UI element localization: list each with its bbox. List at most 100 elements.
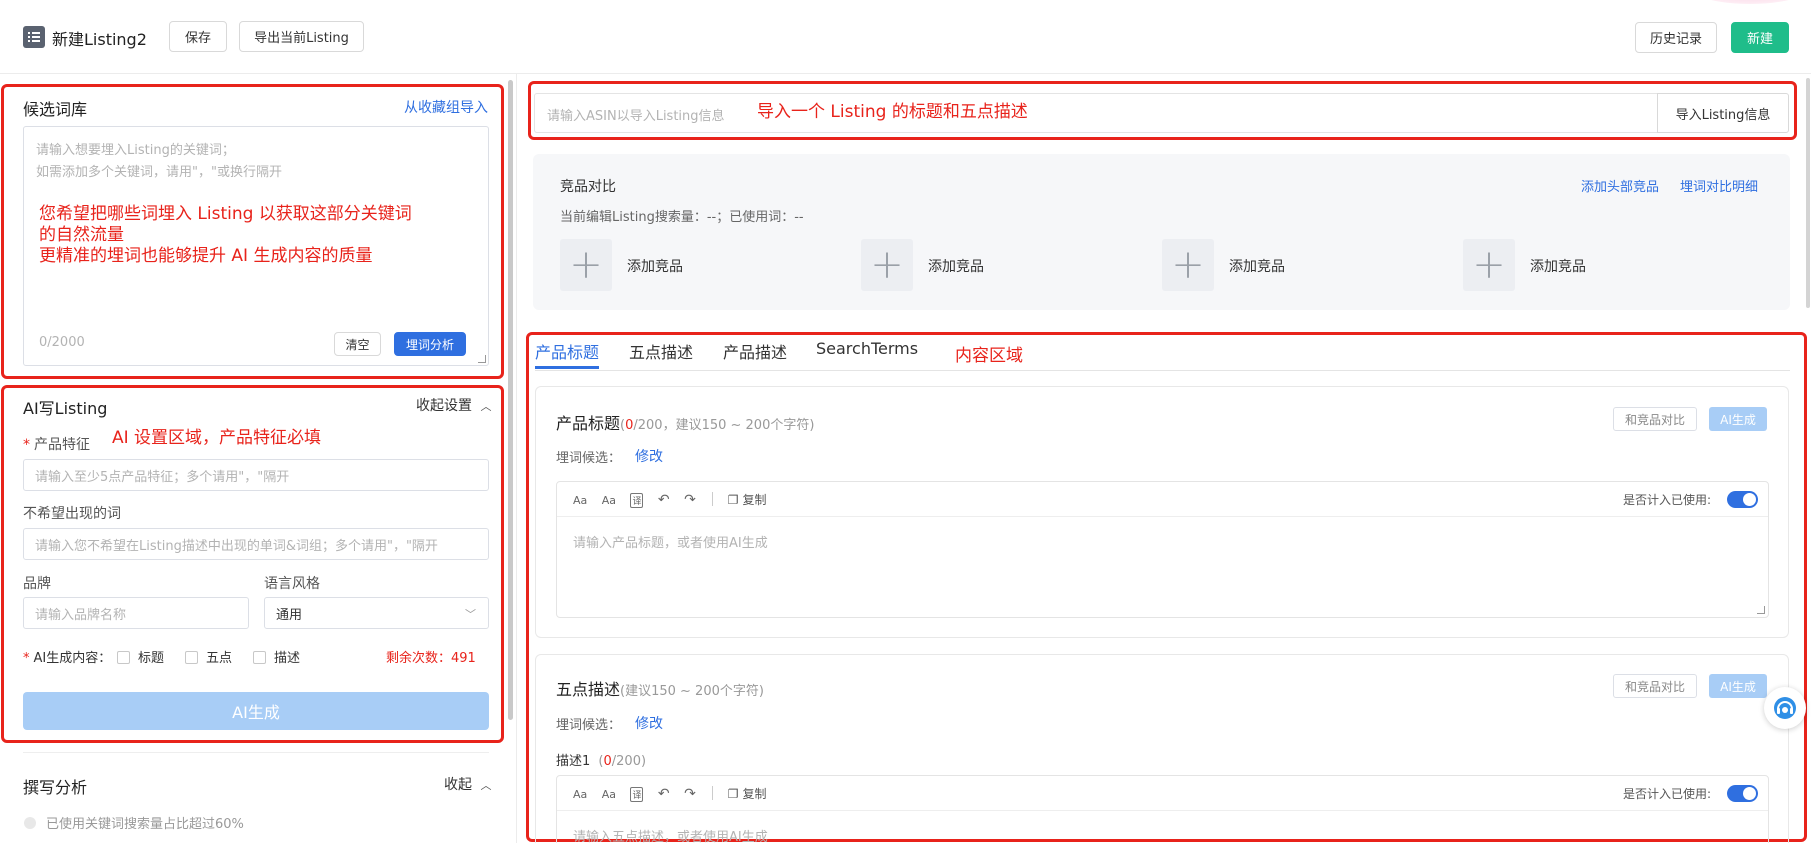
title-ai-generate-button[interactable]: AI生成 [1709, 407, 1767, 431]
candidate-annotation-line3: 更精准的埋词也能够提升 AI 生成内容的质量 [39, 246, 373, 266]
title-candidate-label: 埋词候选： [556, 451, 622, 466]
chevron-up-icon: ︿ [480, 400, 492, 413]
translate-icon[interactable]: 译 [630, 493, 644, 508]
collapse-settings-toggle[interactable]: 收起设置 ︿ [416, 395, 491, 415]
title-count-used-toggle[interactable] [1727, 491, 1758, 508]
unwanted-words-label: 不希望出现的词 [23, 506, 121, 522]
ai-content-label-text: AI生成内容： [33, 651, 112, 666]
customer-service-button[interactable] [1764, 687, 1806, 729]
option-desc-checkbox[interactable]: 描述 [253, 647, 300, 666]
copy-icon: ❐ [727, 787, 739, 801]
title-edit-link[interactable]: 修改 [635, 446, 663, 466]
right-panel-scrollbar[interactable] [1806, 78, 1810, 308]
add-competitor-1-plus-icon[interactable]: + [560, 239, 612, 291]
desc1-label: 描述1 (0/200) [556, 750, 646, 769]
asin-input[interactable]: 请输入ASIN以导入Listing信息 [534, 93, 1658, 133]
bullets-editor-placeholder[interactable]: 请输入五点描述，或者使用AI生成 [573, 826, 768, 843]
resize-handle-icon[interactable] [1757, 606, 1765, 614]
add-competitor-1-label[interactable]: 添加竞品 [627, 256, 683, 276]
ai-generate-button[interactable]: AI生成 [23, 692, 489, 730]
left-panel-scrollbar[interactable] [508, 80, 513, 720]
asin-annotation: 导入一个 Listing 的标题和五点描述 [757, 102, 1028, 122]
list-icon[interactable] [23, 26, 45, 48]
keyword-placeholder-line1: 请输入想要埋入Listing的关键词； [36, 143, 235, 158]
option-bullets-label: 五点 [206, 651, 233, 666]
keyword-counter: 0/2000 [39, 335, 85, 350]
bullets-ai-generate-button[interactable]: AI生成 [1709, 674, 1767, 698]
unwanted-words-input[interactable]: 请输入您不希望在Listing描述中出现的单词&词组；多个请用"，"隔开 [23, 528, 489, 560]
lowercase-icon[interactable]: Aa [602, 494, 616, 507]
style-select[interactable]: 通用 ﹀ [264, 597, 489, 629]
export-button[interactable]: 导出当前Listing [239, 21, 364, 52]
title-editor-placeholder[interactable]: 请输入产品标题，或者使用AI生成 [573, 532, 768, 551]
analysis-collapse-toggle[interactable]: 收起 ︿ [444, 774, 491, 794]
redo-icon[interactable]: ↷ [684, 492, 696, 508]
brand-input[interactable]: 请输入品牌名称 [23, 597, 249, 629]
feature-input[interactable]: 请输入至少5点产品特征；多个请用"，"隔开 [23, 459, 489, 491]
toolbar-separator [712, 786, 714, 800]
undo-icon[interactable]: ↶ [658, 786, 670, 802]
add-competitor-2-plus-icon[interactable]: + [861, 239, 913, 291]
bullets-count-used-toggle[interactable] [1727, 785, 1758, 802]
title-card-heading-text: 产品标题 [556, 414, 621, 433]
copy-action[interactable]: ❐ 复制 [728, 493, 767, 507]
checkbox-icon [253, 651, 266, 664]
bullets-edit-link[interactable]: 修改 [635, 713, 663, 733]
resize-handle-icon[interactable] [478, 355, 486, 363]
copy-label: 复制 [742, 787, 767, 801]
tab-product-title[interactable]: 产品标题 [535, 339, 599, 363]
redo-icon[interactable]: ↷ [684, 786, 696, 802]
lowercase-icon[interactable]: Aa [602, 788, 616, 801]
copy-action[interactable]: ❐ 复制 [728, 787, 767, 801]
translate-icon[interactable]: 译 [630, 787, 644, 802]
ai-settings-annotation: AI 设置区域，产品特征必填 [112, 428, 322, 448]
save-button[interactable]: 保存 [169, 21, 227, 52]
import-listing-button[interactable]: 导入Listing信息 [1657, 93, 1789, 133]
add-competitor-3-label[interactable]: 添加竞品 [1229, 256, 1285, 276]
add-competitor-4-plus-icon[interactable]: + [1463, 239, 1515, 291]
brand-placeholder: 请输入品牌名称 [35, 607, 127, 623]
remaining-count: 剩余次数：491 [386, 651, 476, 666]
add-competitor-4-label[interactable]: 添加竞品 [1530, 256, 1586, 276]
option-title-checkbox[interactable]: 标题 [117, 647, 164, 666]
import-from-favorites-link[interactable]: 从收藏组导入 [404, 97, 488, 117]
toolbar-icons: Aa Aa 译 ↶ ↷ ❐ 复制 [573, 785, 767, 802]
uppercase-icon[interactable]: Aa [573, 494, 587, 507]
unwanted-words-placeholder: 请输入您不希望在Listing描述中出现的单词&词组；多个请用"，"隔开 [35, 538, 438, 554]
content-annotation: 内容区域 [955, 346, 1023, 366]
bullets-editor-toolbar: Aa Aa 译 ↶ ↷ ❐ 复制 是否计入已使用: [557, 776, 1768, 811]
keyword-textarea[interactable]: 请输入想要埋入Listing的关键词； 如需添加多个关键词，请用"，"或换行隔开… [23, 126, 489, 366]
bullets-compare-button[interactable]: 和竞品对比 [1613, 674, 1697, 698]
clear-button[interactable]: 清空 [334, 332, 381, 356]
checkbox-icon [185, 651, 198, 664]
analysis-item-text: 已使用关键词搜索量占比超过60% [46, 817, 244, 832]
compare-info: 当前编辑Listing搜索量：--；已使用词：-- [560, 210, 804, 225]
bullets-candidate-label: 埋词候选： [556, 718, 622, 733]
add-competitor-3-plus-icon[interactable]: + [1162, 239, 1214, 291]
keyword-compare-detail-link[interactable]: 埋词对比明细 [1680, 176, 1758, 195]
add-competitor-2-label[interactable]: 添加竞品 [928, 256, 984, 276]
tab-search-terms[interactable]: SearchTerms [816, 339, 918, 358]
option-bullets-checkbox[interactable]: 五点 [185, 647, 232, 666]
bullets-editor: Aa Aa 译 ↶ ↷ ❐ 复制 是否计入已使用: 请输入五点描述，或者使用AI生… [556, 775, 1769, 843]
option-title-label: 标题 [138, 651, 165, 666]
history-button[interactable]: 历史记录 [1635, 22, 1717, 53]
status-dot-icon [24, 817, 36, 829]
toolbar-icons: Aa Aa 译 ↶ ↷ ❐ 复制 [573, 491, 767, 508]
headset-icon [1774, 697, 1796, 719]
uppercase-icon[interactable]: Aa [573, 788, 587, 801]
tab-description[interactable]: 产品描述 [723, 339, 787, 363]
title-compare-button[interactable]: 和竞品对比 [1613, 407, 1697, 431]
undo-icon[interactable]: ↶ [658, 492, 670, 508]
new-button[interactable]: 新建 [1731, 22, 1789, 53]
title-card-heading: 产品标题(0/200，建议150 ~ 200个字符) [556, 410, 814, 434]
bullets-count-used-label: 是否计入已使用: [1623, 787, 1712, 801]
keyword-placeholder-line2: 如需添加多个关键词，请用"，"或换行隔开 [36, 165, 282, 180]
copy-label: 复制 [742, 493, 767, 507]
bullets-card-heading: 五点描述(建议150 ~ 200个字符) [556, 676, 764, 700]
add-top-competitor-link[interactable]: 添加头部竞品 [1581, 176, 1659, 195]
brand-label: 品牌 [23, 576, 51, 592]
tab-bullets[interactable]: 五点描述 [629, 339, 693, 363]
compare-title: 竞品对比 [560, 179, 616, 195]
keyword-analysis-button[interactable]: 埋词分析 [394, 332, 466, 356]
